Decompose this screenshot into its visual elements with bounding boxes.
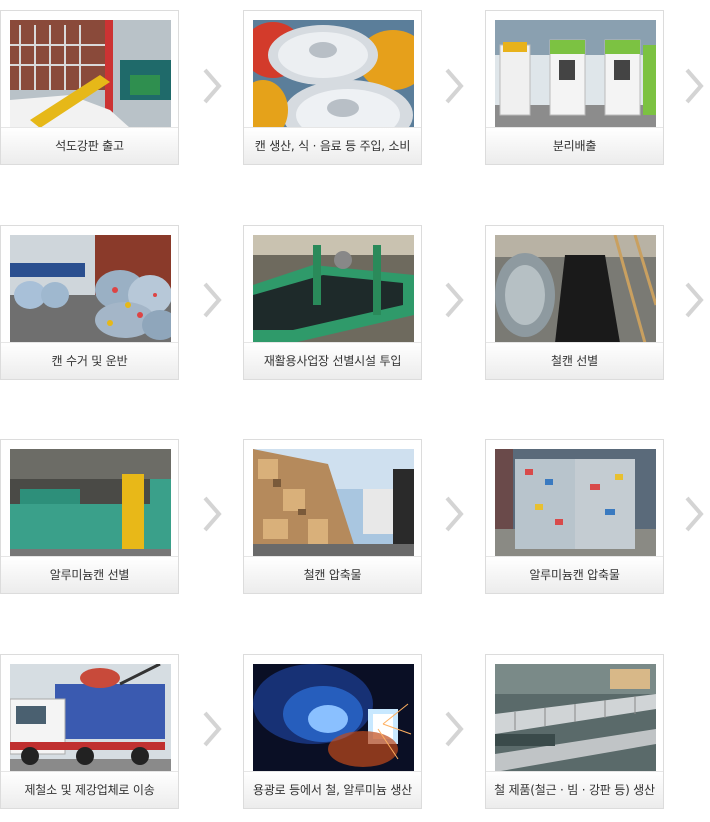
- step-card-11: 용광로 등에서 철, 알루미늄 생산: [243, 654, 422, 809]
- step-label: 철캔 선별: [486, 342, 663, 379]
- chevron-right-icon: [445, 68, 464, 104]
- step-label: 재활용사업장 선별시설 투입: [244, 342, 421, 379]
- step-label: 철 제품(철근 · 빔 · 강판 등) 생산: [486, 771, 663, 808]
- chevron-right-icon: [203, 68, 222, 104]
- chevron-right-icon: [685, 496, 704, 532]
- step-card-6: 철캔 선별: [485, 225, 664, 380]
- chevron-right-icon: [685, 282, 704, 318]
- chevron-right-icon: [203, 496, 222, 532]
- step-card-2: 캔 생산, 식 · 음료 등 주입, 소비: [243, 10, 422, 165]
- chevron-right-icon: [445, 282, 464, 318]
- step-card-4: 캔 수거 및 운반: [0, 225, 179, 380]
- step-card-9: 알루미늄캔 압축물: [485, 439, 664, 594]
- step-card-10: 제철소 및 제강업체로 이송: [0, 654, 179, 809]
- step-card-8: 철캔 압축물: [243, 439, 422, 594]
- step-label: 철캔 압축물: [244, 556, 421, 593]
- chevron-right-icon: [685, 68, 704, 104]
- photo-blast-furnace: [253, 664, 414, 772]
- chevron-right-icon: [445, 496, 464, 532]
- photo-steel-products: [495, 664, 656, 772]
- photo-transport-truck: [10, 664, 171, 772]
- photo-sorting-facility: [253, 235, 414, 343]
- photo-can-collection: [10, 235, 171, 343]
- photo-aluminum-can-sorting: [10, 449, 171, 557]
- step-card-1: 석도강판 출고: [0, 10, 179, 165]
- photo-steel-can-bales: [253, 449, 414, 557]
- step-label: 분리배출: [486, 127, 663, 164]
- photo-beverage-cans: [253, 20, 414, 128]
- chevron-right-icon: [445, 711, 464, 747]
- step-label: 캔 수거 및 운반: [1, 342, 178, 379]
- chevron-right-icon: [203, 282, 222, 318]
- chevron-right-icon: [203, 711, 222, 747]
- photo-steel-can-sorting: [495, 235, 656, 343]
- photo-aluminum-can-bales: [495, 449, 656, 557]
- step-label: 제철소 및 제강업체로 이송: [1, 771, 178, 808]
- photo-separate-disposal-bins: [495, 20, 656, 128]
- step-card-7: 알루미늄캔 선별: [0, 439, 179, 594]
- step-label: 알루미늄캔 선별: [1, 556, 178, 593]
- step-card-12: 철 제품(철근 · 빔 · 강판 등) 생산: [485, 654, 664, 809]
- step-label: 알루미늄캔 압축물: [486, 556, 663, 593]
- step-label: 용광로 등에서 철, 알루미늄 생산: [244, 771, 421, 808]
- step-label: 캔 생산, 식 · 음료 등 주입, 소비: [244, 127, 421, 164]
- photo-steel-sheet-shipment: [10, 20, 171, 128]
- step-label: 석도강판 출고: [1, 127, 178, 164]
- step-card-5: 재활용사업장 선별시설 투입: [243, 225, 422, 380]
- step-card-3: 분리배출: [485, 10, 664, 165]
